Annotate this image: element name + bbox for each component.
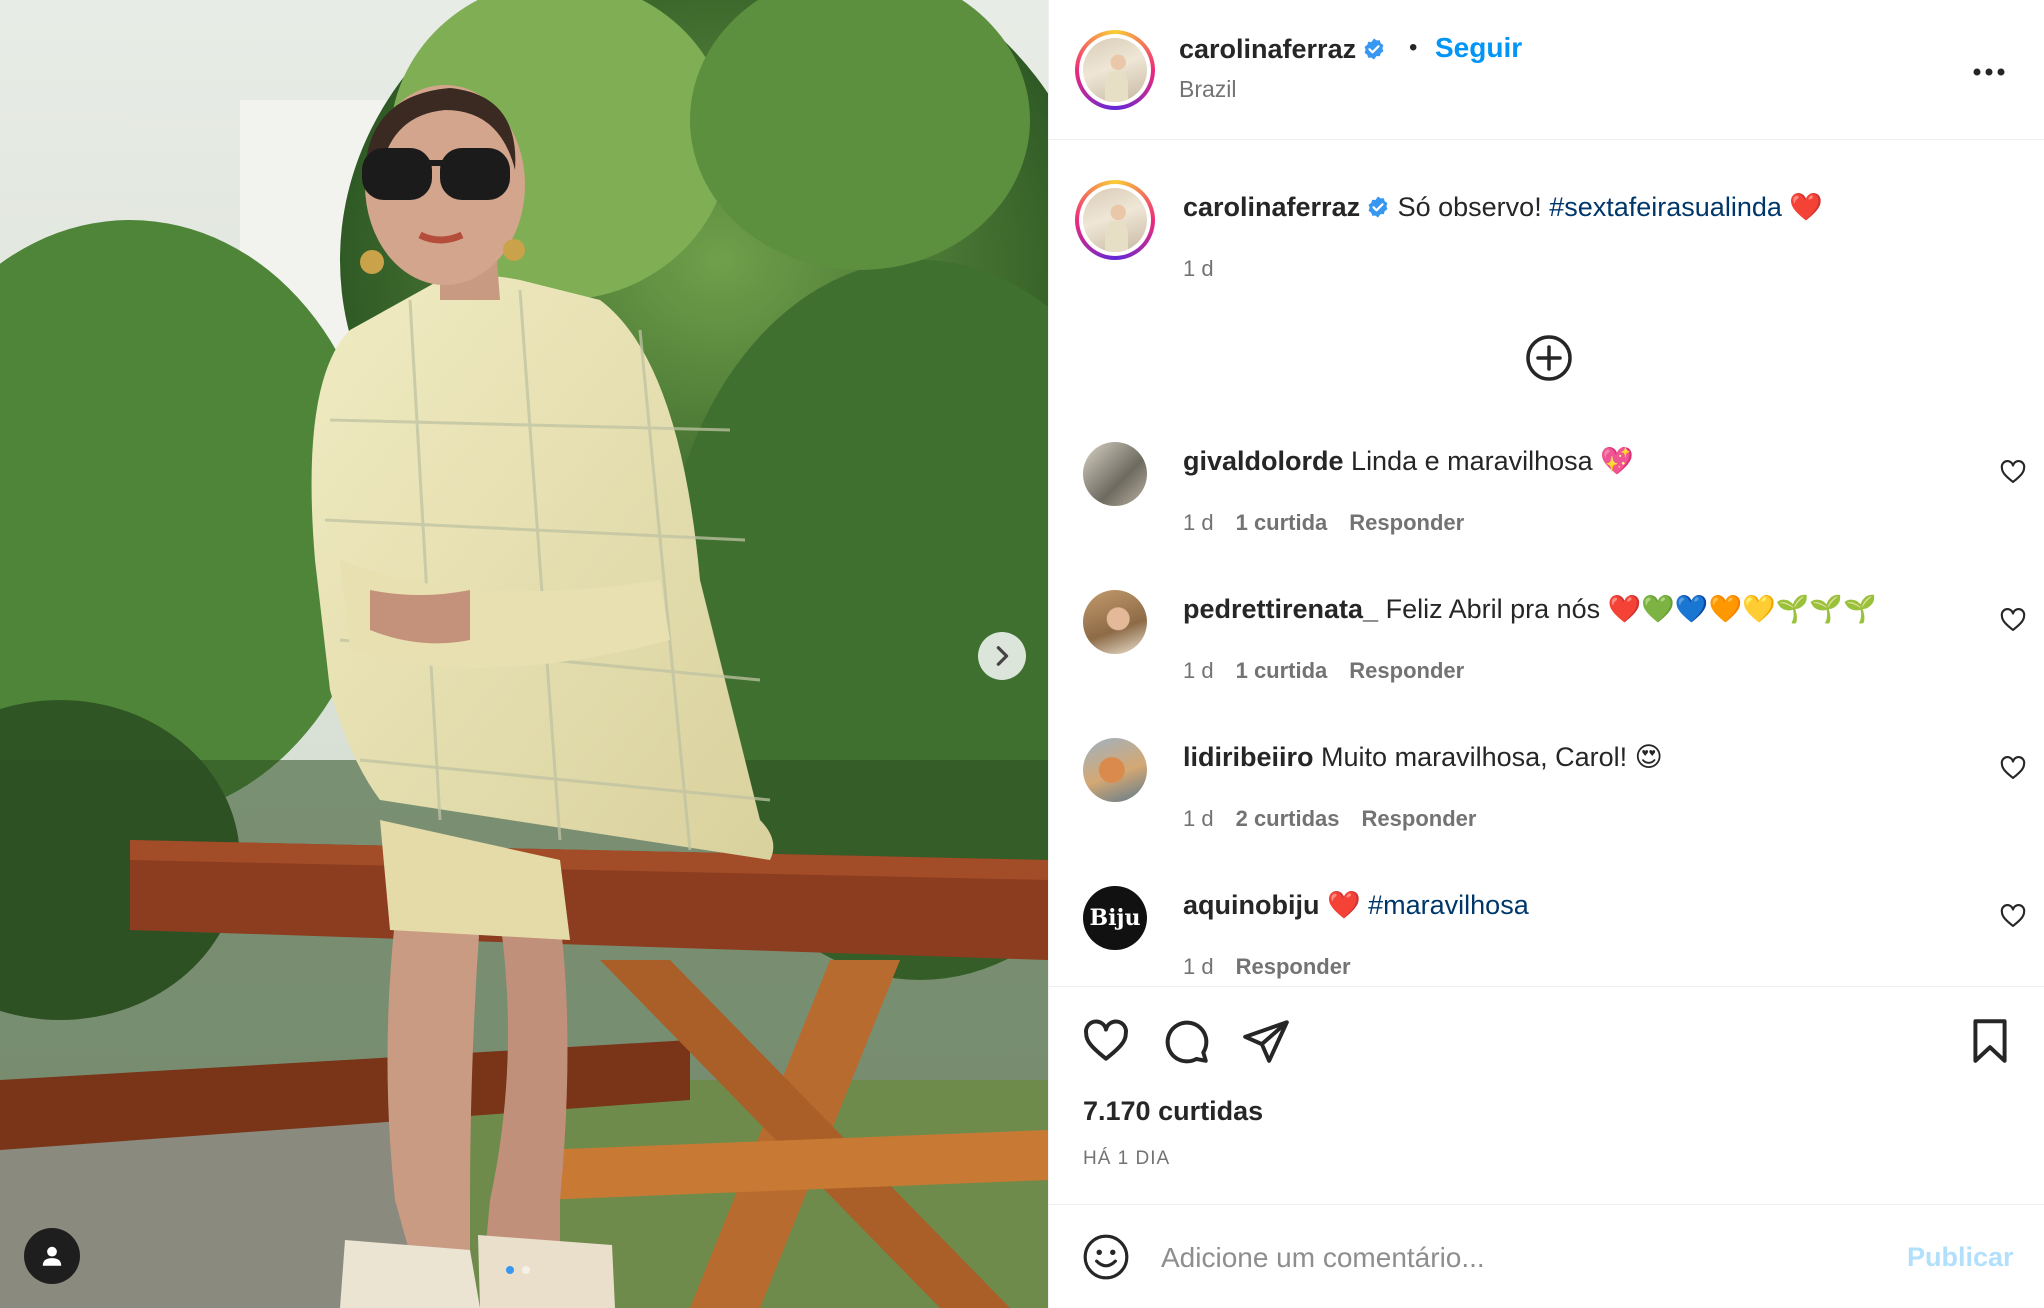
comment-username[interactable]: aquinobiju [1183, 890, 1319, 920]
heart-icon[interactable] [1999, 902, 2027, 930]
post-location[interactable]: Brazil [1179, 76, 1237, 103]
heart-icon[interactable] [1999, 606, 2027, 634]
comment-text: Muito maravilhosa, Carol! 😍 [1321, 742, 1663, 772]
more-options-icon [1973, 68, 2005, 76]
actions-divider [1049, 986, 2044, 987]
verified-badge-icon [1366, 195, 1390, 219]
carousel-dot-active [506, 1266, 514, 1274]
user-tag-icon [42, 1246, 62, 1266]
publish-button[interactable]: Publicar [1907, 1242, 2014, 1273]
caption-emoji: ❤️ [1789, 192, 1824, 222]
comment-time[interactable]: 1 d [1183, 510, 1214, 535]
likes-count[interactable]: 7.170 curtidas [1083, 1096, 1263, 1127]
comment-likes[interactable]: 1 curtida [1236, 510, 1328, 535]
heart-icon[interactable] [1999, 458, 2027, 486]
follow-button[interactable]: Seguir [1435, 32, 1522, 64]
heart-icon[interactable] [1081, 1016, 1131, 1066]
carousel-dots [506, 1266, 530, 1274]
post-caption: carolinaferraz Só observo! #sextafeirasu… [1183, 190, 2013, 224]
composer-divider [1049, 1204, 2044, 1205]
author-avatar[interactable] [1075, 30, 1155, 110]
comment-username[interactable]: lidiribeiiro [1183, 742, 1314, 772]
comment-icon[interactable] [1161, 1016, 1211, 1066]
comment-item: lidiribeiiro Muito maravilhosa, Carol! 😍… [1049, 738, 2044, 858]
header-separator: • [1409, 34, 1418, 61]
author-username-text[interactable]: carolinaferraz [1179, 34, 1356, 64]
comment-text: Feliz Abril pra nós ❤️💚💙🧡💛🌱🌱🌱 [1385, 594, 1877, 624]
comment-username[interactable]: givaldolorde [1183, 446, 1344, 476]
caption-time[interactable]: 1 d [1183, 256, 1214, 282]
caption-username[interactable]: carolinaferraz [1183, 192, 1360, 222]
emoji-icon[interactable] [1081, 1232, 1131, 1282]
post-timestamp[interactable]: HÁ 1 DIA [1083, 1148, 1170, 1170]
reply-button[interactable]: Responder [1349, 658, 1464, 683]
reply-button[interactable]: Responder [1236, 954, 1351, 979]
load-more-comments-button[interactable] [1525, 334, 1573, 382]
header-divider [1049, 139, 2044, 140]
comment-input[interactable] [1161, 1234, 1861, 1282]
share-icon[interactable] [1241, 1016, 1291, 1066]
post-photo [0, 0, 1048, 1308]
commenter-avatar[interactable] [1083, 590, 1147, 654]
comment-item: givaldolorde Linda e maravilhosa 💖 1 d 1 … [1049, 442, 2044, 562]
post-media[interactable] [0, 0, 1048, 1308]
commenter-avatar[interactable]: Biju [1083, 886, 1147, 950]
commenter-avatar[interactable] [1083, 442, 1147, 506]
bookmark-icon[interactable] [1965, 1016, 2015, 1066]
comment-time[interactable]: 1 d [1183, 658, 1214, 683]
post-side-panel: carolinaferraz • Seguir Brazil carolinaf… [1048, 0, 2044, 1308]
comment-item: Biju aquinobiju ❤️ #maravilhosa 1 d Respo… [1049, 886, 2044, 986]
next-arrow-icon [996, 646, 1009, 666]
comment-text: Linda e maravilhosa 💖 [1351, 446, 1634, 476]
verified-badge-icon [1362, 37, 1386, 61]
caption-hashtag[interactable]: #sextafeirasualinda [1549, 192, 1782, 222]
caption-text: Só observo! [1397, 192, 1542, 222]
more-options-button[interactable] [1969, 52, 2009, 92]
reply-button[interactable]: Responder [1362, 806, 1477, 831]
next-image-button[interactable] [978, 632, 1026, 680]
load-more-comments-icon [1526, 335, 1572, 381]
comment-time[interactable]: 1 d [1183, 806, 1214, 831]
biju-avatar-text: Biju [1089, 905, 1141, 931]
reply-button[interactable]: Responder [1349, 510, 1464, 535]
commenter-avatar[interactable] [1083, 738, 1147, 802]
author-username-header[interactable]: carolinaferraz [1179, 34, 1386, 65]
comment-likes[interactable]: 1 curtida [1236, 658, 1328, 683]
carousel-dot [522, 1266, 530, 1274]
comment-time[interactable]: 1 d [1183, 954, 1214, 979]
comment-hashtag[interactable]: #maravilhosa [1368, 890, 1529, 920]
comment-text: ❤️ [1327, 890, 1361, 920]
heart-icon[interactable] [1999, 754, 2027, 782]
comment-username[interactable]: pedrettirenata_ [1183, 594, 1378, 624]
user-tags-button[interactable] [24, 1228, 80, 1284]
comment-likes[interactable]: 2 curtidas [1236, 806, 1340, 831]
comment-item: pedrettirenata_ Feliz Abril pra nós ❤️💚💙… [1049, 590, 2044, 710]
caption-author-avatar[interactable] [1075, 180, 1155, 260]
